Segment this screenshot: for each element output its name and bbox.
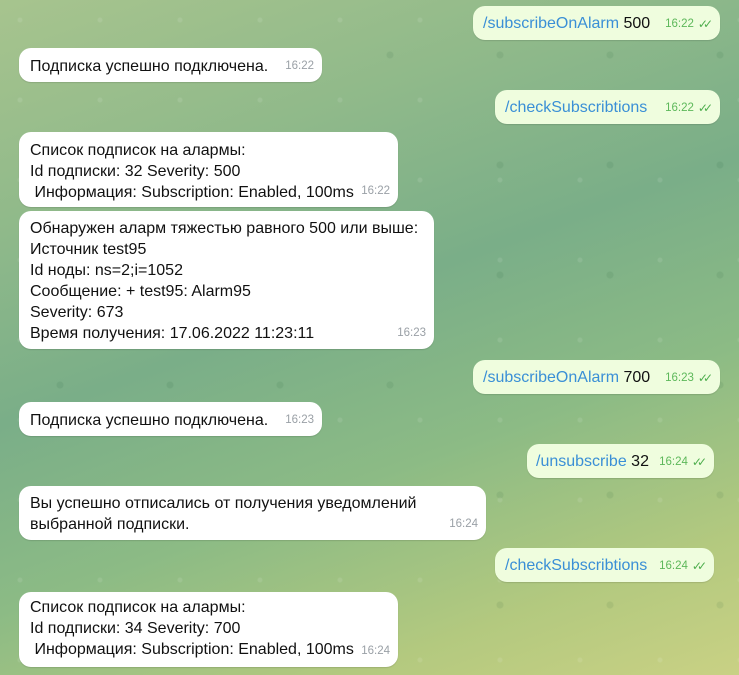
- outgoing-message[interactable]: /unsubscribe 32 16:24 ✓✓: [527, 444, 714, 478]
- outgoing-message[interactable]: /subscribeOnAlarm 700 16:23 ✓✓: [473, 360, 720, 394]
- message-time: 16:23: [285, 414, 314, 426]
- message-time: 16:23: [397, 327, 426, 339]
- message-time: 16:22: [361, 185, 390, 197]
- double-check-icon: ✓✓: [691, 559, 707, 573]
- incoming-message[interactable]: Подписка успешно подключена. 16:23: [19, 402, 322, 436]
- message-meta: 16:22 ✓✓: [665, 14, 713, 35]
- message-text: Список подписок на алармы:: [30, 599, 246, 616]
- message-meta: 16:24: [361, 641, 390, 662]
- message-meta: 16:22: [361, 181, 390, 202]
- message-time: 16:22: [665, 18, 694, 30]
- message-text: Id подписки: 32 Severity: 500: [30, 163, 241, 180]
- message-time: 16:24: [659, 456, 688, 468]
- double-check-icon: ✓✓: [697, 101, 713, 115]
- message-time: 16:22: [665, 102, 694, 114]
- command-argument: 500: [619, 15, 651, 32]
- message-meta: 16:22: [285, 56, 314, 77]
- chat-history[interactable]: /subscribeOnAlarm 500 16:22 ✓✓ Подписка …: [0, 0, 739, 675]
- incoming-message[interactable]: Подписка успешно подключена. 16:22: [19, 48, 322, 82]
- incoming-message[interactable]: Вы успешно отписались от получения уведо…: [19, 486, 486, 540]
- bot-command-link[interactable]: /subscribeOnAlarm: [483, 15, 619, 32]
- message-text: Информация: Subscription: Enabled, 100ms: [30, 641, 354, 658]
- message-meta: 16:24: [449, 514, 478, 535]
- outgoing-message[interactable]: /checkSubscribtions 16:24 ✓✓: [495, 548, 714, 582]
- message-text: Источник test95: [30, 241, 147, 258]
- message-text: Информация: Subscription: Enabled, 100ms: [30, 184, 354, 201]
- message-meta: 16:23: [397, 323, 426, 344]
- outgoing-message[interactable]: /checkSubscribtions 16:22 ✓✓: [495, 90, 720, 124]
- message-text: Severity: 673: [30, 304, 124, 321]
- outgoing-message[interactable]: /subscribeOnAlarm 500 16:22 ✓✓: [473, 6, 720, 40]
- message-text: выбранной подписки.: [30, 516, 190, 533]
- message-text: Подписка успешно подключена.: [30, 412, 269, 429]
- incoming-message[interactable]: Список подписок на алармы: Id подписки: …: [19, 132, 398, 207]
- message-text: Id ноды: ns=2;i=1052: [30, 262, 183, 279]
- message-time: 16:22: [285, 60, 314, 72]
- double-check-icon: ✓✓: [697, 371, 713, 385]
- double-check-icon: ✓✓: [691, 455, 707, 469]
- bot-command-link[interactable]: /unsubscribe: [536, 453, 627, 470]
- bot-command-link[interactable]: /checkSubscribtions: [505, 99, 647, 116]
- incoming-message[interactable]: Обнаружен аларм тяжестью равного 500 или…: [19, 211, 434, 349]
- message-time: 16:24: [449, 518, 478, 530]
- message-time: 16:23: [665, 372, 694, 384]
- message-meta: 16:23 ✓✓: [665, 368, 713, 389]
- message-text: Вы успешно отписались от получения уведо…: [30, 495, 417, 512]
- command-argument: 32: [626, 453, 649, 470]
- message-meta: 16:24 ✓✓: [659, 452, 707, 473]
- incoming-message[interactable]: Список подписок на алармы: Id подписки: …: [19, 592, 398, 667]
- bot-command-link[interactable]: /checkSubscribtions: [505, 557, 647, 574]
- double-check-icon: ✓✓: [697, 17, 713, 31]
- message-time: 16:24: [361, 645, 390, 657]
- message-text: Список подписок на алармы:: [30, 142, 246, 159]
- message-meta: 16:22 ✓✓: [665, 98, 713, 119]
- message-time: 16:24: [659, 560, 688, 572]
- message-meta: 16:24 ✓✓: [659, 556, 707, 577]
- command-argument: 700: [619, 369, 651, 386]
- message-text: Подписка успешно подключена.: [30, 58, 269, 75]
- message-text: Id подписки: 34 Severity: 700: [30, 620, 241, 637]
- message-text: Сообщение: + test95: Alarm95: [30, 283, 251, 300]
- message-text: Обнаружен аларм тяжестью равного 500 или…: [30, 220, 419, 237]
- message-meta: 16:23: [285, 410, 314, 431]
- bot-command-link[interactable]: /subscribeOnAlarm: [483, 369, 619, 386]
- message-text: Время получения: 17.06.2022 11:23:11: [30, 325, 315, 342]
